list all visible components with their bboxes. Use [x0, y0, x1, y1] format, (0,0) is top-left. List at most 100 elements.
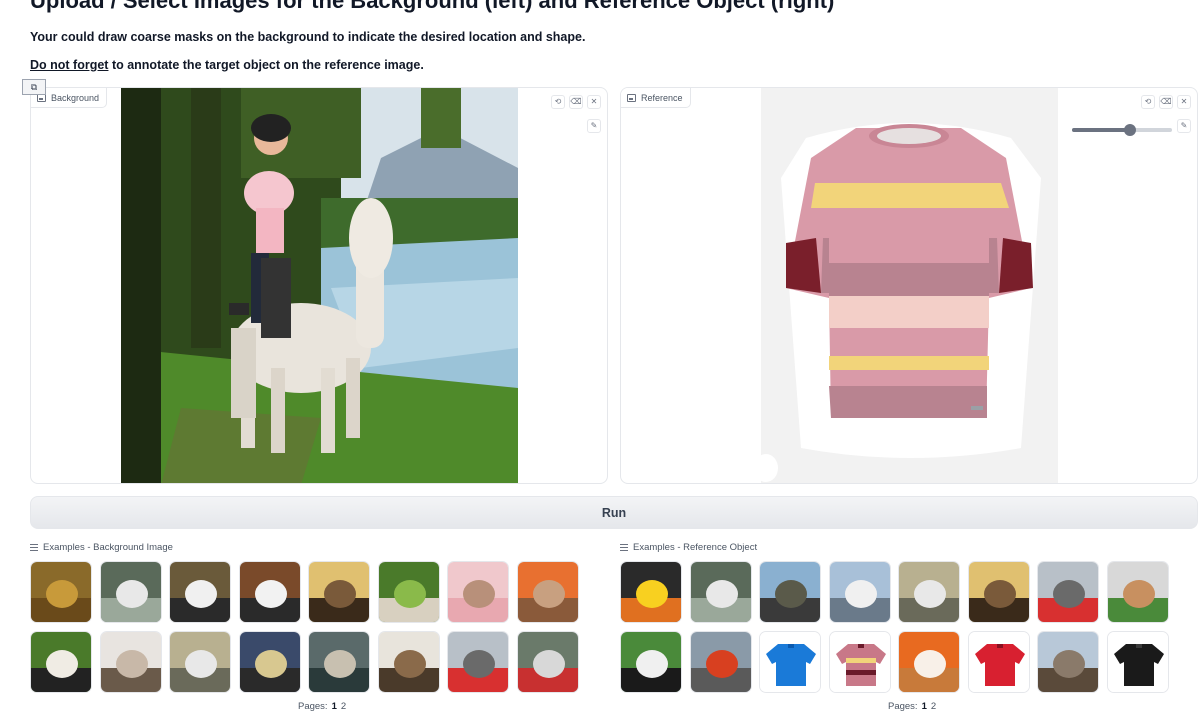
example-thumbnail-room-photo[interactable]	[238, 631, 301, 693]
blender-photo	[899, 562, 959, 622]
instructions-line-2: Do not forget to annotate the target obj…	[30, 58, 424, 72]
example-thumbnail-street-cars-photo[interactable]	[447, 631, 509, 693]
example-thumbnail-people-table-photo[interactable]	[99, 631, 162, 693]
instructions-line-2-rest: to annotate the target object on the ref…	[108, 58, 424, 72]
clear-button[interactable]: ✕	[1177, 95, 1191, 109]
example-thumbnail-black-top-photo[interactable]	[1106, 631, 1169, 693]
sloth-plush-photo	[1038, 632, 1098, 692]
example-thumbnail-street-cars-photo[interactable]	[1037, 561, 1099, 623]
example-thumbnail-fireplace-room-photo[interactable]	[308, 631, 370, 693]
reference-toolbar: ⟲ ⌫ ✕	[1141, 95, 1191, 109]
page-link[interactable]: 1	[332, 701, 337, 712]
example-thumbnail-sloth-plush-photo[interactable]	[1037, 631, 1099, 693]
image-compare-icon[interactable]: ⧉	[22, 79, 46, 95]
cat-on-bed-photo	[448, 562, 508, 622]
living-room-photo	[309, 562, 369, 622]
page-link[interactable]: 2	[931, 701, 936, 712]
image-icon	[627, 93, 636, 102]
example-thumbnail-dining-room-photo[interactable]	[377, 631, 440, 693]
bird-photo	[378, 562, 439, 622]
example-thumbnail-car-photo[interactable]	[759, 561, 821, 623]
people-table-photo	[100, 632, 161, 692]
example-thumbnail-blender-photo[interactable]	[898, 561, 960, 623]
examples-background-label-text: Examples - Background Image	[43, 542, 173, 553]
example-thumbnail-red-cardigan-photo[interactable]	[967, 631, 1030, 693]
example-thumbnail-striped-top-photo[interactable]	[828, 631, 891, 693]
pages-label: Pages:	[298, 701, 328, 712]
example-thumbnail-bus-photo[interactable]	[516, 631, 579, 693]
example-thumbnail-cat-orange-photo[interactable]	[516, 561, 579, 623]
example-thumbnail-girl-horse-photo[interactable]	[30, 631, 92, 693]
striped-shirt-image	[761, 88, 1058, 483]
blender-photo	[170, 632, 230, 692]
page-link[interactable]: 2	[341, 701, 346, 712]
fire-hydrant-photo	[690, 632, 751, 692]
rubber-duck-photo	[621, 562, 681, 622]
reference-label-text: Reference	[641, 92, 683, 103]
slider-thumb[interactable]	[1124, 124, 1136, 136]
page-link[interactable]: 1	[922, 701, 927, 712]
example-thumbnail-blue-polo-photo[interactable]	[759, 631, 821, 693]
example-thumbnail-seagulls-photo[interactable]	[828, 561, 891, 623]
erase-button[interactable]: ⌫	[1159, 95, 1173, 109]
example-thumbnail-dog-photo[interactable]	[30, 561, 92, 623]
black-top-photo	[1107, 632, 1168, 692]
example-thumbnail-white-dog-photo[interactable]	[689, 561, 752, 623]
background-toolbar: ⟲ ⌫ ✕	[551, 95, 601, 109]
reference-label: Reference	[621, 88, 691, 108]
examples-background-pagination: Pages: 1 2	[298, 701, 346, 712]
instructions-emphasis: Do not forget	[30, 58, 109, 72]
street-cars-photo	[448, 632, 508, 692]
girl-on-horse-image	[121, 88, 518, 483]
page-title: Upload / Select Images for the Backgroun…	[30, 0, 835, 13]
panda-photo	[621, 632, 681, 692]
background-image-editor[interactable]: Background ⟲ ⌫ ✕ ✎	[30, 87, 608, 484]
example-thumbnail-rubber-duck-photo[interactable]	[620, 561, 682, 623]
computer-desk-photo	[239, 562, 300, 622]
dining-room-photo	[378, 632, 439, 692]
living-room-photo	[968, 562, 1029, 622]
white-dog-photo	[690, 562, 751, 622]
example-thumbnail-living-room-photo[interactable]	[308, 561, 370, 623]
list-icon	[620, 544, 628, 551]
example-thumbnail-blender-photo[interactable]	[169, 631, 231, 693]
example-thumbnail-living-room-photo[interactable]	[967, 561, 1030, 623]
car-photo	[760, 562, 820, 622]
dog-photo	[31, 562, 91, 622]
fireplace-room-photo	[309, 632, 369, 692]
example-thumbnail-computer-desk-photo[interactable]	[238, 561, 301, 623]
examples-reference-label: Examples - Reference Object	[620, 542, 757, 553]
example-thumbnail-panda-photo[interactable]	[620, 631, 682, 693]
undo-button[interactable]: ⟲	[1141, 95, 1155, 109]
example-thumbnail-fire-hydrant-photo[interactable]	[689, 631, 752, 693]
examples-reference-pagination: Pages: 1 2	[888, 701, 936, 712]
background-canvas-image[interactable]	[121, 88, 518, 483]
example-thumbnail-white-dog-photo[interactable]	[99, 561, 162, 623]
seagulls-photo	[829, 562, 890, 622]
puppy-photo	[170, 562, 230, 622]
undo-button[interactable]: ⟲	[551, 95, 565, 109]
cat-orange-photo	[517, 562, 578, 622]
bus-photo	[517, 632, 578, 692]
brush-size-slider[interactable]	[1072, 122, 1172, 138]
example-thumbnail-taco-photo[interactable]	[1106, 561, 1169, 623]
room-photo	[239, 632, 300, 692]
clear-button[interactable]: ✕	[587, 95, 601, 109]
reference-canvas-image[interactable]	[761, 88, 1058, 483]
list-icon	[30, 544, 38, 551]
striped-top-photo	[829, 632, 890, 692]
slider-fill	[1072, 128, 1130, 132]
red-cardigan-photo	[968, 632, 1029, 692]
example-thumbnail-cat-on-bed-photo[interactable]	[447, 561, 509, 623]
background-label-text: Background	[51, 92, 100, 103]
reference-image-editor[interactable]: Reference ⟲ ⌫ ✕ ✎	[620, 87, 1198, 484]
blue-polo-photo	[760, 632, 820, 692]
run-button[interactable]: Run	[30, 496, 1198, 529]
brush-button[interactable]: ✎	[587, 119, 601, 133]
example-thumbnail-bird-photo[interactable]	[377, 561, 440, 623]
erase-button[interactable]: ⌫	[569, 95, 583, 109]
examples-reference-label-text: Examples - Reference Object	[633, 542, 758, 553]
brush-button[interactable]: ✎	[1177, 119, 1191, 133]
example-thumbnail-puppy-photo[interactable]	[169, 561, 231, 623]
example-thumbnail-corgi-photo[interactable]	[898, 631, 960, 693]
